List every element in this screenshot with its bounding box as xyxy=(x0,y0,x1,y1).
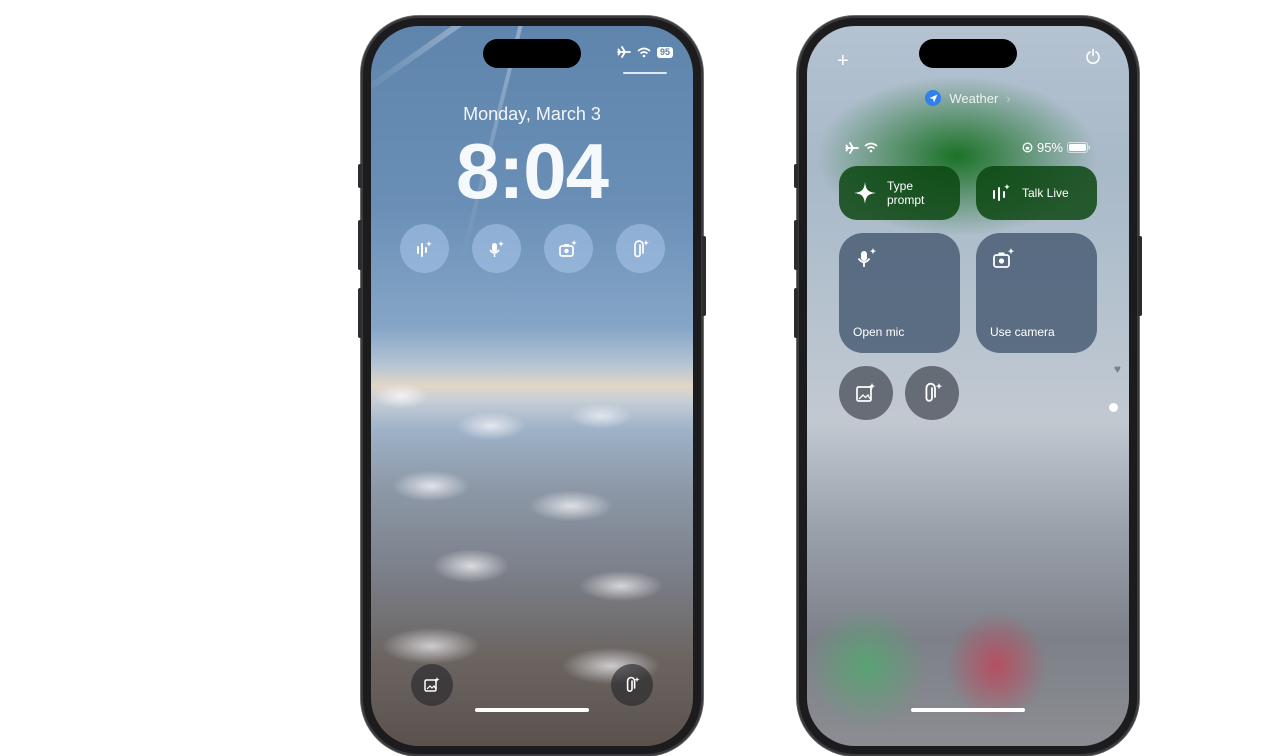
camera-sparkle-icon xyxy=(992,247,1016,271)
wide-tiles-row: Type prompt Talk Live xyxy=(839,166,1097,220)
image-tile[interactable] xyxy=(839,366,893,420)
chevron-right-icon: › xyxy=(1006,90,1011,106)
talk-live-icon xyxy=(414,239,434,259)
talk-live-widget[interactable] xyxy=(399,224,449,273)
rotation-lock-icon xyxy=(1022,142,1033,153)
image-quick-action[interactable] xyxy=(411,664,453,706)
use-camera-label: Use camera xyxy=(990,325,1055,339)
dynamic-island xyxy=(919,39,1017,68)
control-center-status-bar: 95% xyxy=(845,140,1091,155)
lock-screen-phone: 95 Monday, March 3 8:04 xyxy=(358,16,706,756)
image-sparkle-icon xyxy=(423,676,441,694)
action-button xyxy=(794,164,798,188)
home-indicator[interactable] xyxy=(475,708,589,712)
camera-sparkle-icon xyxy=(558,239,578,259)
side-button xyxy=(1138,236,1142,316)
volume-down-button xyxy=(358,288,362,338)
attach-tile[interactable] xyxy=(905,366,959,420)
battery-percent: 95% xyxy=(1036,140,1063,155)
lock-time: 8:04 xyxy=(455,127,609,215)
talk-live-icon xyxy=(990,182,1012,204)
talk-live-label: Talk Live xyxy=(1022,186,1069,200)
type-prompt-label: Type prompt xyxy=(887,179,924,207)
now-playing-app-name: Weather xyxy=(949,90,999,106)
type-prompt-tile[interactable]: Type prompt xyxy=(839,166,960,220)
mic-sparkle-icon xyxy=(486,239,506,259)
attach-quick-action[interactable] xyxy=(611,664,653,706)
attach-widget[interactable] xyxy=(615,224,665,273)
round-tiles-row xyxy=(839,366,959,420)
dynamic-island xyxy=(483,39,581,68)
page-indicator-dot[interactable] xyxy=(1109,403,1118,412)
volume-up-button xyxy=(358,220,362,270)
action-button xyxy=(358,164,362,188)
status-underline xyxy=(623,72,667,74)
status-bar: 95 xyxy=(617,46,673,58)
control-center-phone: + Weather › 95% Type prompt Talk Live Op… xyxy=(794,16,1142,756)
sparkle-icon xyxy=(853,181,877,205)
battery-icon xyxy=(1067,142,1091,153)
type-prompt-label-line1: Type xyxy=(887,179,914,193)
airplane-icon xyxy=(617,46,631,58)
control-center-screen: + Weather › 95% Type prompt Talk Live Op… xyxy=(807,26,1129,746)
airplane-icon xyxy=(845,141,859,154)
type-prompt-label-line2: prompt xyxy=(887,193,925,207)
heart-page-icon[interactable]: ♥ xyxy=(1114,362,1121,376)
open-mic-tile[interactable]: Open mic xyxy=(839,233,960,353)
wallpaper-light-ray xyxy=(371,26,474,99)
use-camera-widget[interactable] xyxy=(543,224,593,273)
open-mic-widget[interactable] xyxy=(471,224,521,273)
wifi-icon xyxy=(864,142,878,153)
lock-date: Monday, March 3 xyxy=(463,104,601,124)
mic-sparkle-icon xyxy=(855,247,879,271)
power-icon[interactable] xyxy=(1085,48,1101,64)
now-playing-app[interactable]: Weather › xyxy=(807,90,1129,106)
big-tiles-row: Open mic Use camera xyxy=(839,233,1097,353)
paperclip-sparkle-icon xyxy=(623,676,641,694)
use-camera-tile[interactable]: Use camera xyxy=(976,233,1097,353)
wifi-icon xyxy=(637,47,651,58)
paperclip-sparkle-icon xyxy=(630,239,650,259)
side-button xyxy=(702,236,706,316)
home-indicator[interactable] xyxy=(911,708,1025,712)
talk-live-tile[interactable]: Talk Live xyxy=(976,166,1097,220)
volume-down-button xyxy=(794,288,798,338)
open-mic-label: Open mic xyxy=(853,325,905,339)
lock-screen: 95 Monday, March 3 8:04 xyxy=(371,26,693,746)
lock-widgets xyxy=(371,224,693,273)
paperclip-sparkle-icon xyxy=(921,382,943,404)
volume-up-button xyxy=(794,220,798,270)
plus-icon[interactable]: + xyxy=(837,50,849,73)
location-arrow-icon xyxy=(925,90,942,106)
image-sparkle-icon xyxy=(855,382,877,404)
battery-level: 95 xyxy=(656,46,673,58)
